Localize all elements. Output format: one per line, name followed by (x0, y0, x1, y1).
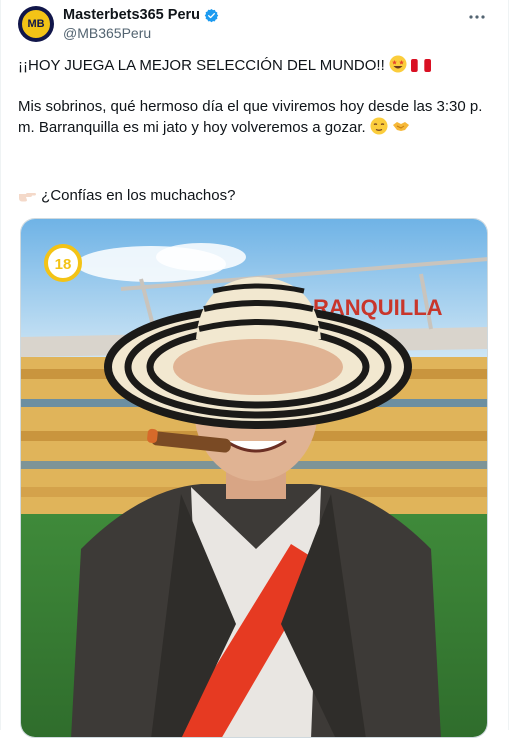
display-name[interactable]: Masterbets365 Peru (63, 7, 200, 23)
headline-text: ¡¡HOY JUEGA LA MEJOR SELECCIÓN DEL MUNDO… (18, 57, 385, 74)
tweet-media-image[interactable]: RANQUILLA 18 (20, 218, 488, 738)
tweet-text-line1: ¡¡HOY JUEGA LA MEJOR SELECCIÓN DEL MUNDO… (18, 55, 488, 76)
more-options-icon[interactable] (468, 8, 486, 26)
question-text: ¿Confías en los muchachos? (41, 187, 236, 204)
handshake-emoji-icon (393, 122, 409, 131)
name-row: Masterbets365 Peru (63, 7, 219, 23)
relieved-face-emoji-icon (370, 117, 388, 135)
tweet-card[interactable]: MB Masterbets365 Peru @MB365Peru ¡¡HOY J… (0, 0, 509, 738)
star-struck-emoji-icon (389, 55, 407, 73)
brand-logo: MB (20, 8, 52, 40)
pointing-hand-emoji-icon (19, 193, 36, 202)
svg-text:18: 18 (55, 256, 72, 273)
promo-illustration: RANQUILLA 18 (21, 219, 487, 737)
tweet-text-paragraph: Mis sobrinos, qué hermoso día el que viv… (18, 97, 488, 138)
paragraph-text: Mis sobrinos, qué hermoso día el que viv… (18, 98, 483, 136)
age-restriction-badge: 18 (44, 244, 82, 282)
peru-flag-icon (411, 59, 432, 72)
verified-badge-icon (204, 8, 219, 22)
tweet-text-question: ¿Confías en los muchachos? (18, 186, 488, 206)
account-handle[interactable]: @MB365Peru (63, 25, 151, 41)
account-avatar[interactable]: MB (18, 6, 54, 42)
